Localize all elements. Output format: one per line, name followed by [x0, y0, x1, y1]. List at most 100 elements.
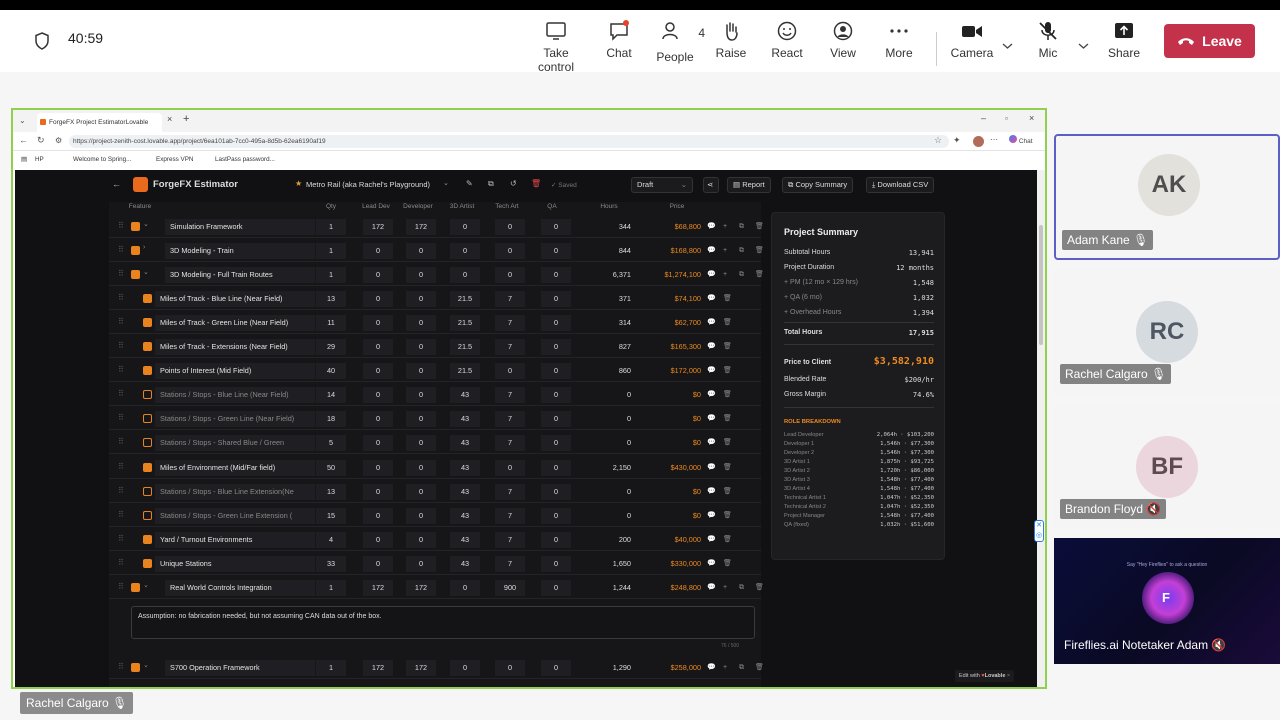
feature-name-input[interactable]: Yard / Turnout Environments: [155, 532, 315, 548]
feature-name-input[interactable]: Stations / Stops - Shared Blue / Green: [155, 435, 315, 451]
bookmark-item[interactable]: HP: [35, 156, 44, 163]
mic-options-chevron-icon[interactable]: [1078, 42, 1089, 50]
cell-qa[interactable]: 0: [541, 435, 571, 451]
cell-lead[interactable]: 0: [363, 387, 393, 403]
cell-qty[interactable]: 29: [316, 339, 346, 355]
report-button[interactable]: ▤ Report: [727, 177, 771, 193]
drag-handle-icon[interactable]: ⠿: [118, 534, 124, 543]
cell-lead[interactable]: 0: [363, 460, 393, 476]
cell-qty[interactable]: 33: [316, 556, 346, 572]
expand-chevron-icon[interactable]: ⌄: [143, 661, 149, 669]
cell-art[interactable]: 21.5: [450, 363, 480, 379]
drag-handle-icon[interactable]: ⠿: [118, 245, 124, 254]
note-icon[interactable]: 💬: [707, 663, 716, 672]
cell-qty[interactable]: 15: [316, 508, 346, 524]
cell-tech[interactable]: 7: [495, 411, 525, 427]
cell-dev[interactable]: 172: [406, 219, 436, 235]
camera-options-chevron-icon[interactable]: [1002, 42, 1013, 50]
expand-chevron-icon[interactable]: ⌄: [143, 581, 149, 589]
cell-dev[interactable]: 0: [406, 435, 436, 451]
cell-art[interactable]: 43: [450, 484, 480, 500]
delete-row-icon[interactable]: 🗑: [723, 463, 732, 472]
drag-handle-icon[interactable]: ⠿: [118, 662, 124, 671]
feature-name-input[interactable]: Unique Stations: [155, 556, 315, 572]
cell-qty[interactable]: 4: [316, 532, 346, 548]
cell-art[interactable]: 43: [450, 435, 480, 451]
drag-handle-icon[interactable]: ⠿: [118, 437, 124, 446]
view-button[interactable]: View: [813, 20, 873, 60]
cell-tech[interactable]: 7: [495, 291, 525, 307]
include-checkbox[interactable]: [143, 535, 152, 544]
feature-name-input[interactable]: Points of Interest (Mid Field): [155, 363, 315, 379]
include-checkbox[interactable]: [131, 583, 140, 592]
drag-handle-icon[interactable]: ⠿: [118, 293, 124, 302]
add-subitem-icon[interactable]: +: [723, 663, 732, 672]
cell-qa[interactable]: 0: [541, 267, 571, 283]
drag-handle-icon[interactable]: ⠿: [118, 269, 124, 278]
tab-close-icon[interactable]: ×: [167, 114, 172, 124]
delete-row-icon[interactable]: 🗑: [755, 270, 764, 279]
url-input[interactable]: https://project-zenith-cost.lovable.app/…: [69, 135, 949, 148]
cell-tech[interactable]: 7: [495, 315, 525, 331]
cell-qa[interactable]: 0: [541, 387, 571, 403]
cell-dev[interactable]: 0: [406, 411, 436, 427]
cell-qa[interactable]: 0: [541, 660, 571, 676]
note-icon[interactable]: 💬: [707, 222, 716, 231]
include-checkbox[interactable]: [143, 438, 152, 447]
cell-art[interactable]: 21.5: [450, 291, 480, 307]
cell-art[interactable]: 21.5: [450, 339, 480, 355]
delete-row-icon[interactable]: 🗑: [755, 246, 764, 255]
include-checkbox[interactable]: [143, 318, 152, 327]
include-checkbox[interactable]: [131, 663, 140, 672]
duplicate-row-icon[interactable]: ⧉: [739, 583, 748, 592]
cell-dev[interactable]: 0: [406, 484, 436, 500]
cell-tech[interactable]: 0: [495, 267, 525, 283]
cell-qty[interactable]: 1: [316, 580, 346, 596]
raise-button[interactable]: Raise: [701, 20, 761, 60]
participant-tile[interactable]: Say "Hey Fireflies" to ask a question F …: [1054, 538, 1280, 664]
presenter-controls-toggle[interactable]: ✕ ◎: [1034, 520, 1044, 542]
cell-dev[interactable]: 0: [406, 363, 436, 379]
feature-name-input[interactable]: Miles of Track - Blue Line (Near Field): [155, 291, 315, 307]
cell-art[interactable]: 43: [450, 387, 480, 403]
new-tab-icon[interactable]: +: [183, 113, 189, 125]
cell-tech[interactable]: 0: [495, 460, 525, 476]
include-checkbox[interactable]: [143, 463, 152, 472]
cell-tech[interactable]: 0: [495, 363, 525, 379]
participant-tile[interactable]: BF Brandon Floyd 🔇: [1054, 403, 1280, 529]
expand-chevron-icon[interactable]: ⌄: [143, 220, 149, 228]
cell-qa[interactable]: 0: [541, 556, 571, 572]
delete-row-icon[interactable]: 🗑: [755, 583, 764, 592]
participant-tile[interactable]: AK Adam Kane 🎙: [1054, 134, 1280, 260]
note-icon[interactable]: 💬: [707, 463, 716, 472]
project-selector[interactable]: Metro Rail (aka Rachel's Playground): [306, 180, 430, 189]
download-csv-button[interactable]: ⤓ Download CSV: [866, 177, 935, 193]
cell-qa[interactable]: 0: [541, 484, 571, 500]
cell-qty[interactable]: 1: [316, 267, 346, 283]
cell-tech[interactable]: 7: [495, 484, 525, 500]
drag-handle-icon[interactable]: ⠿: [118, 413, 124, 422]
delete-row-icon[interactable]: 🗑: [755, 663, 764, 672]
cell-dev[interactable]: 0: [406, 508, 436, 524]
note-icon[interactable]: 💬: [707, 559, 716, 568]
site-info-icon[interactable]: ⚙: [55, 136, 62, 145]
cell-qty[interactable]: 11: [316, 315, 346, 331]
delete-row-icon[interactable]: 🗑: [723, 318, 732, 327]
bookmark-item[interactable]: Express VPN: [156, 156, 193, 163]
duplicate-row-icon[interactable]: ⧉: [739, 270, 748, 279]
note-icon[interactable]: 💬: [707, 438, 716, 447]
note-icon[interactable]: 💬: [707, 246, 716, 255]
feature-name-input[interactable]: Real World Controls Integration: [165, 580, 315, 596]
feature-name-input[interactable]: Simulation Framework: [165, 219, 315, 235]
add-subitem-icon[interactable]: +: [723, 270, 732, 279]
feature-name-input[interactable]: Stations / Stops - Blue Line (Near Field…: [155, 387, 315, 403]
delete-project-icon[interactable]: 🗑: [531, 179, 541, 188]
duplicate-row-icon[interactable]: ⧉: [739, 222, 748, 231]
cell-dev[interactable]: 172: [406, 660, 436, 676]
include-checkbox[interactable]: [131, 222, 140, 231]
cell-qty[interactable]: 40: [316, 363, 346, 379]
note-icon[interactable]: 💬: [707, 366, 716, 375]
cell-dev[interactable]: 0: [406, 315, 436, 331]
duplicate-icon[interactable]: ⧉: [488, 179, 494, 189]
cell-lead[interactable]: 172: [363, 660, 393, 676]
